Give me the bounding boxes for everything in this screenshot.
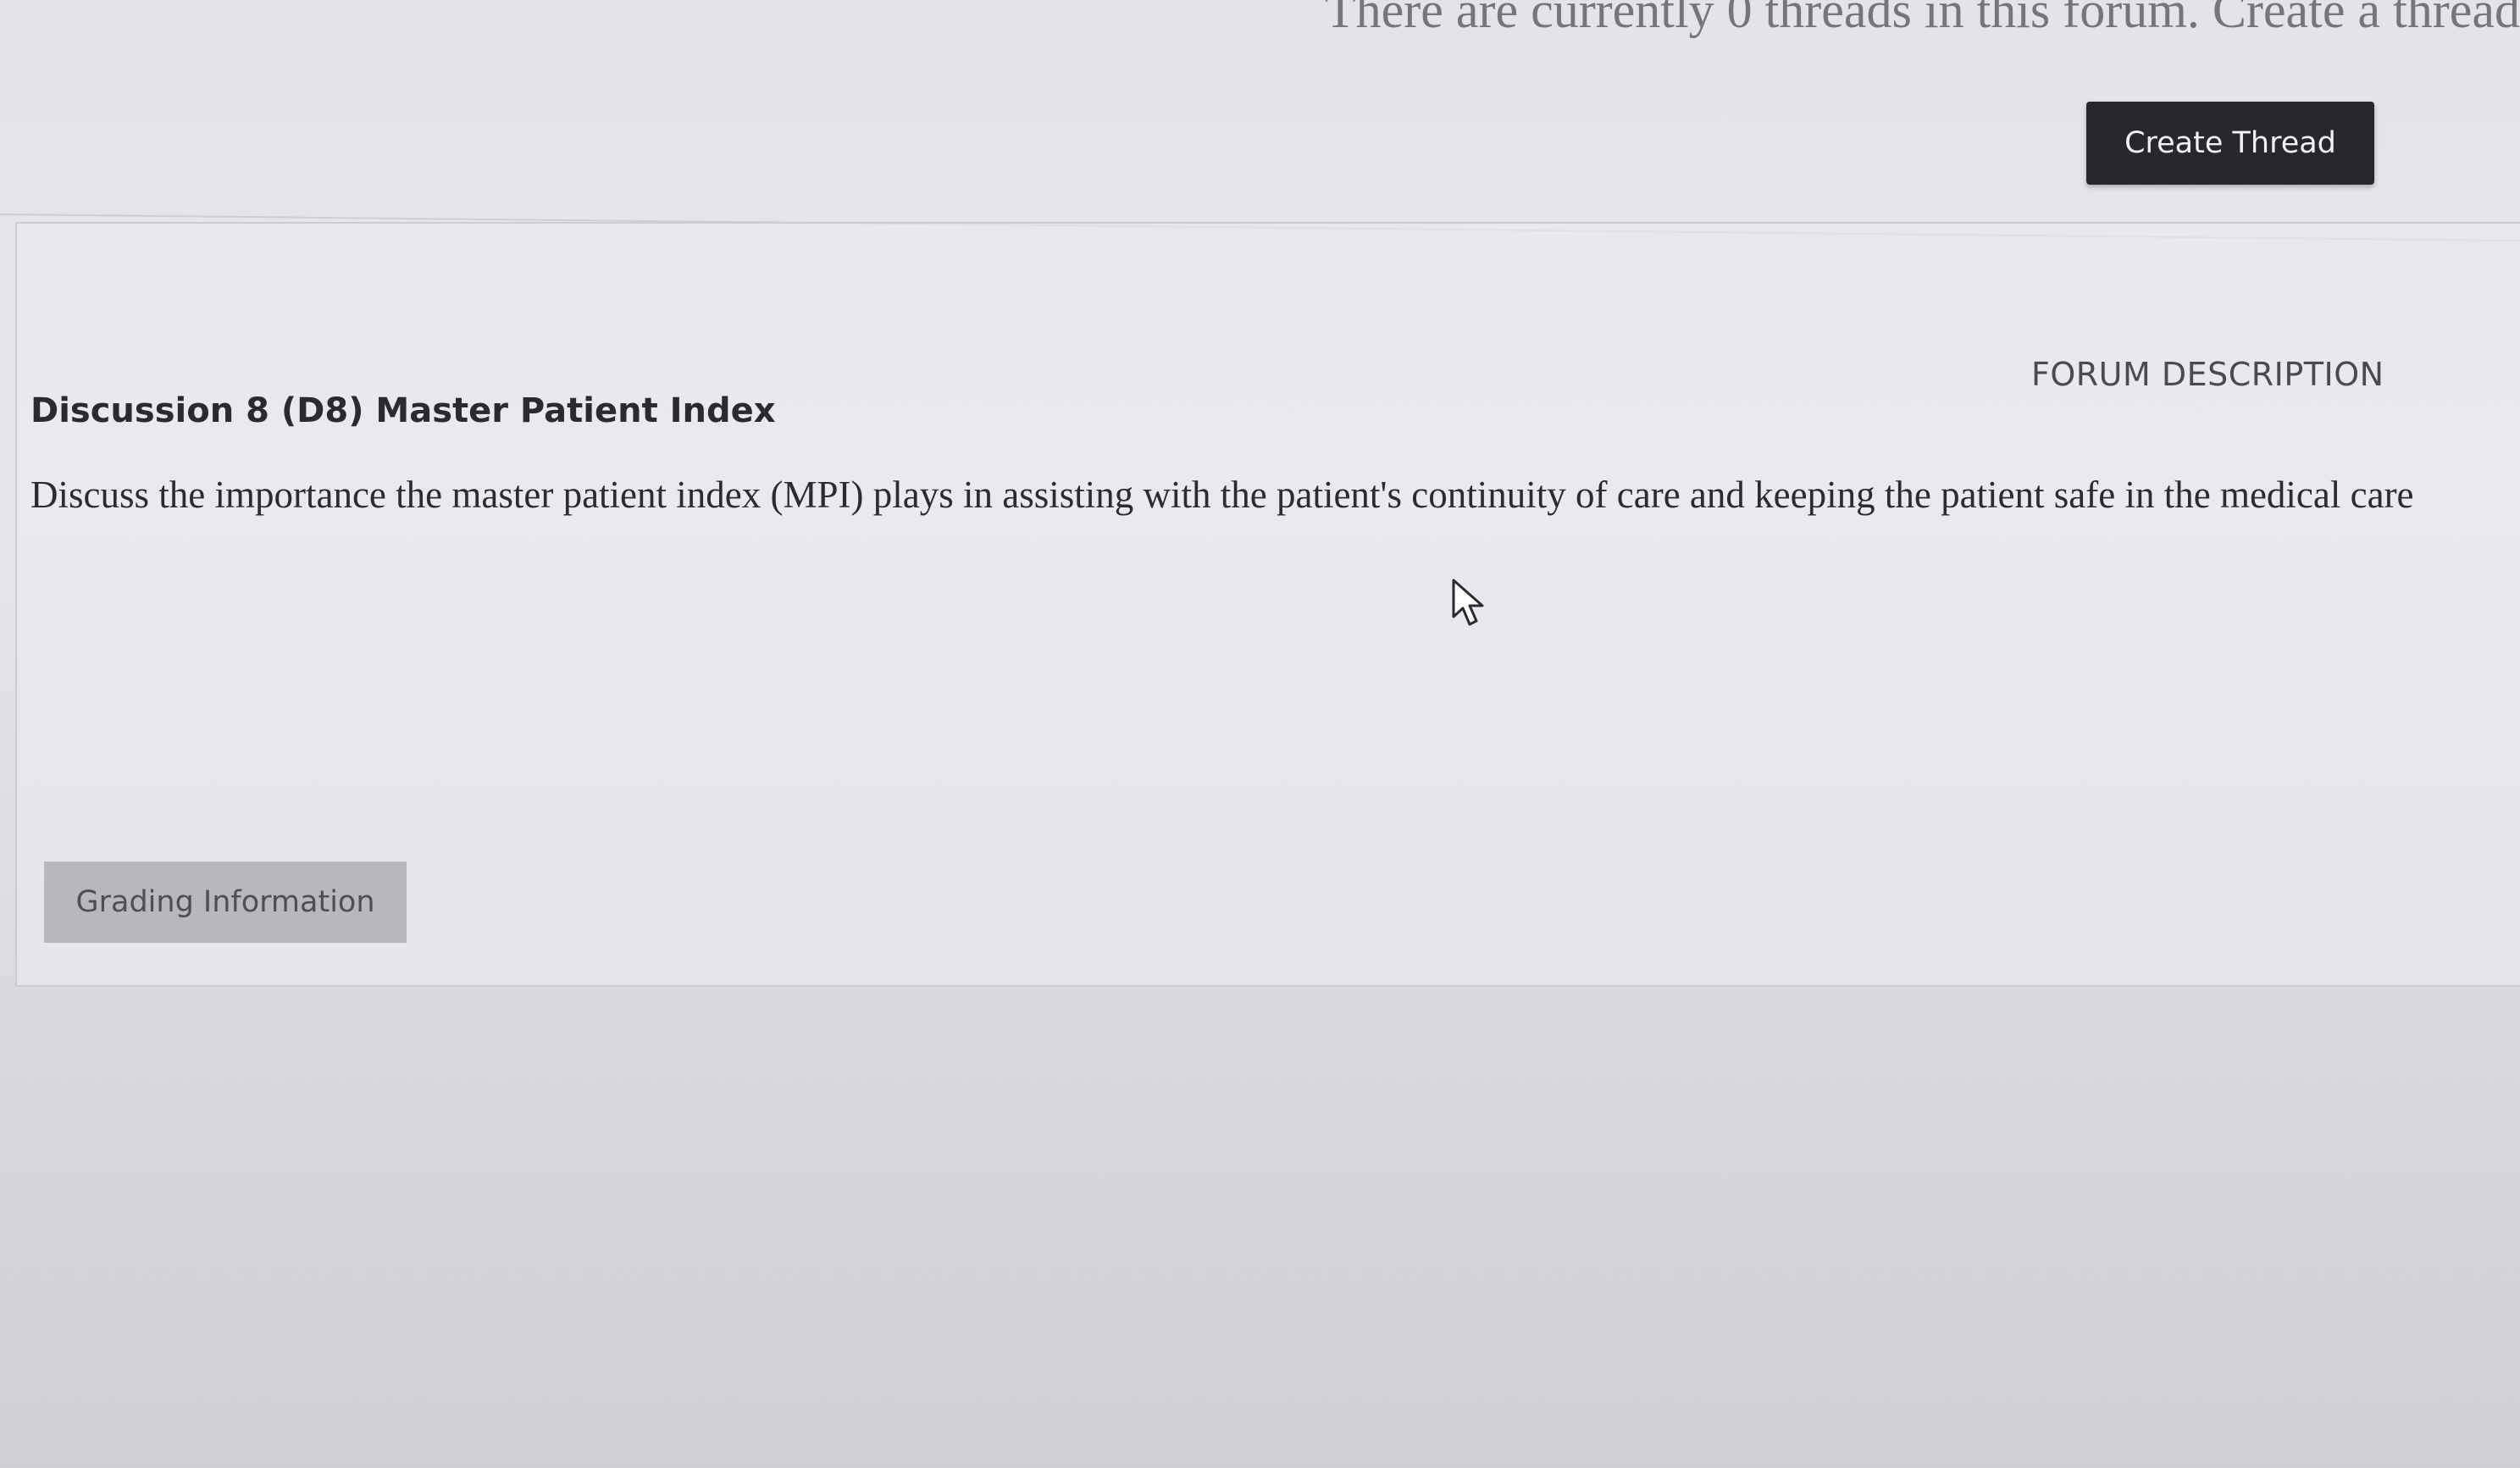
forum-description-text: Discuss the importance the master patien… xyxy=(30,474,2414,516)
forum-title: Discussion 8 (D8) Master Patient Index xyxy=(30,391,776,430)
create-thread-button[interactable]: Create Thread xyxy=(2086,102,2374,185)
grading-information-button[interactable]: Grading Information xyxy=(44,861,407,943)
forum-description-label: FORUM DESCRIPTION xyxy=(2031,356,2384,393)
mouse-pointer-icon xyxy=(1452,579,1484,626)
thread-count-notice: There are currently 0 threads in this fo… xyxy=(1324,0,2520,38)
